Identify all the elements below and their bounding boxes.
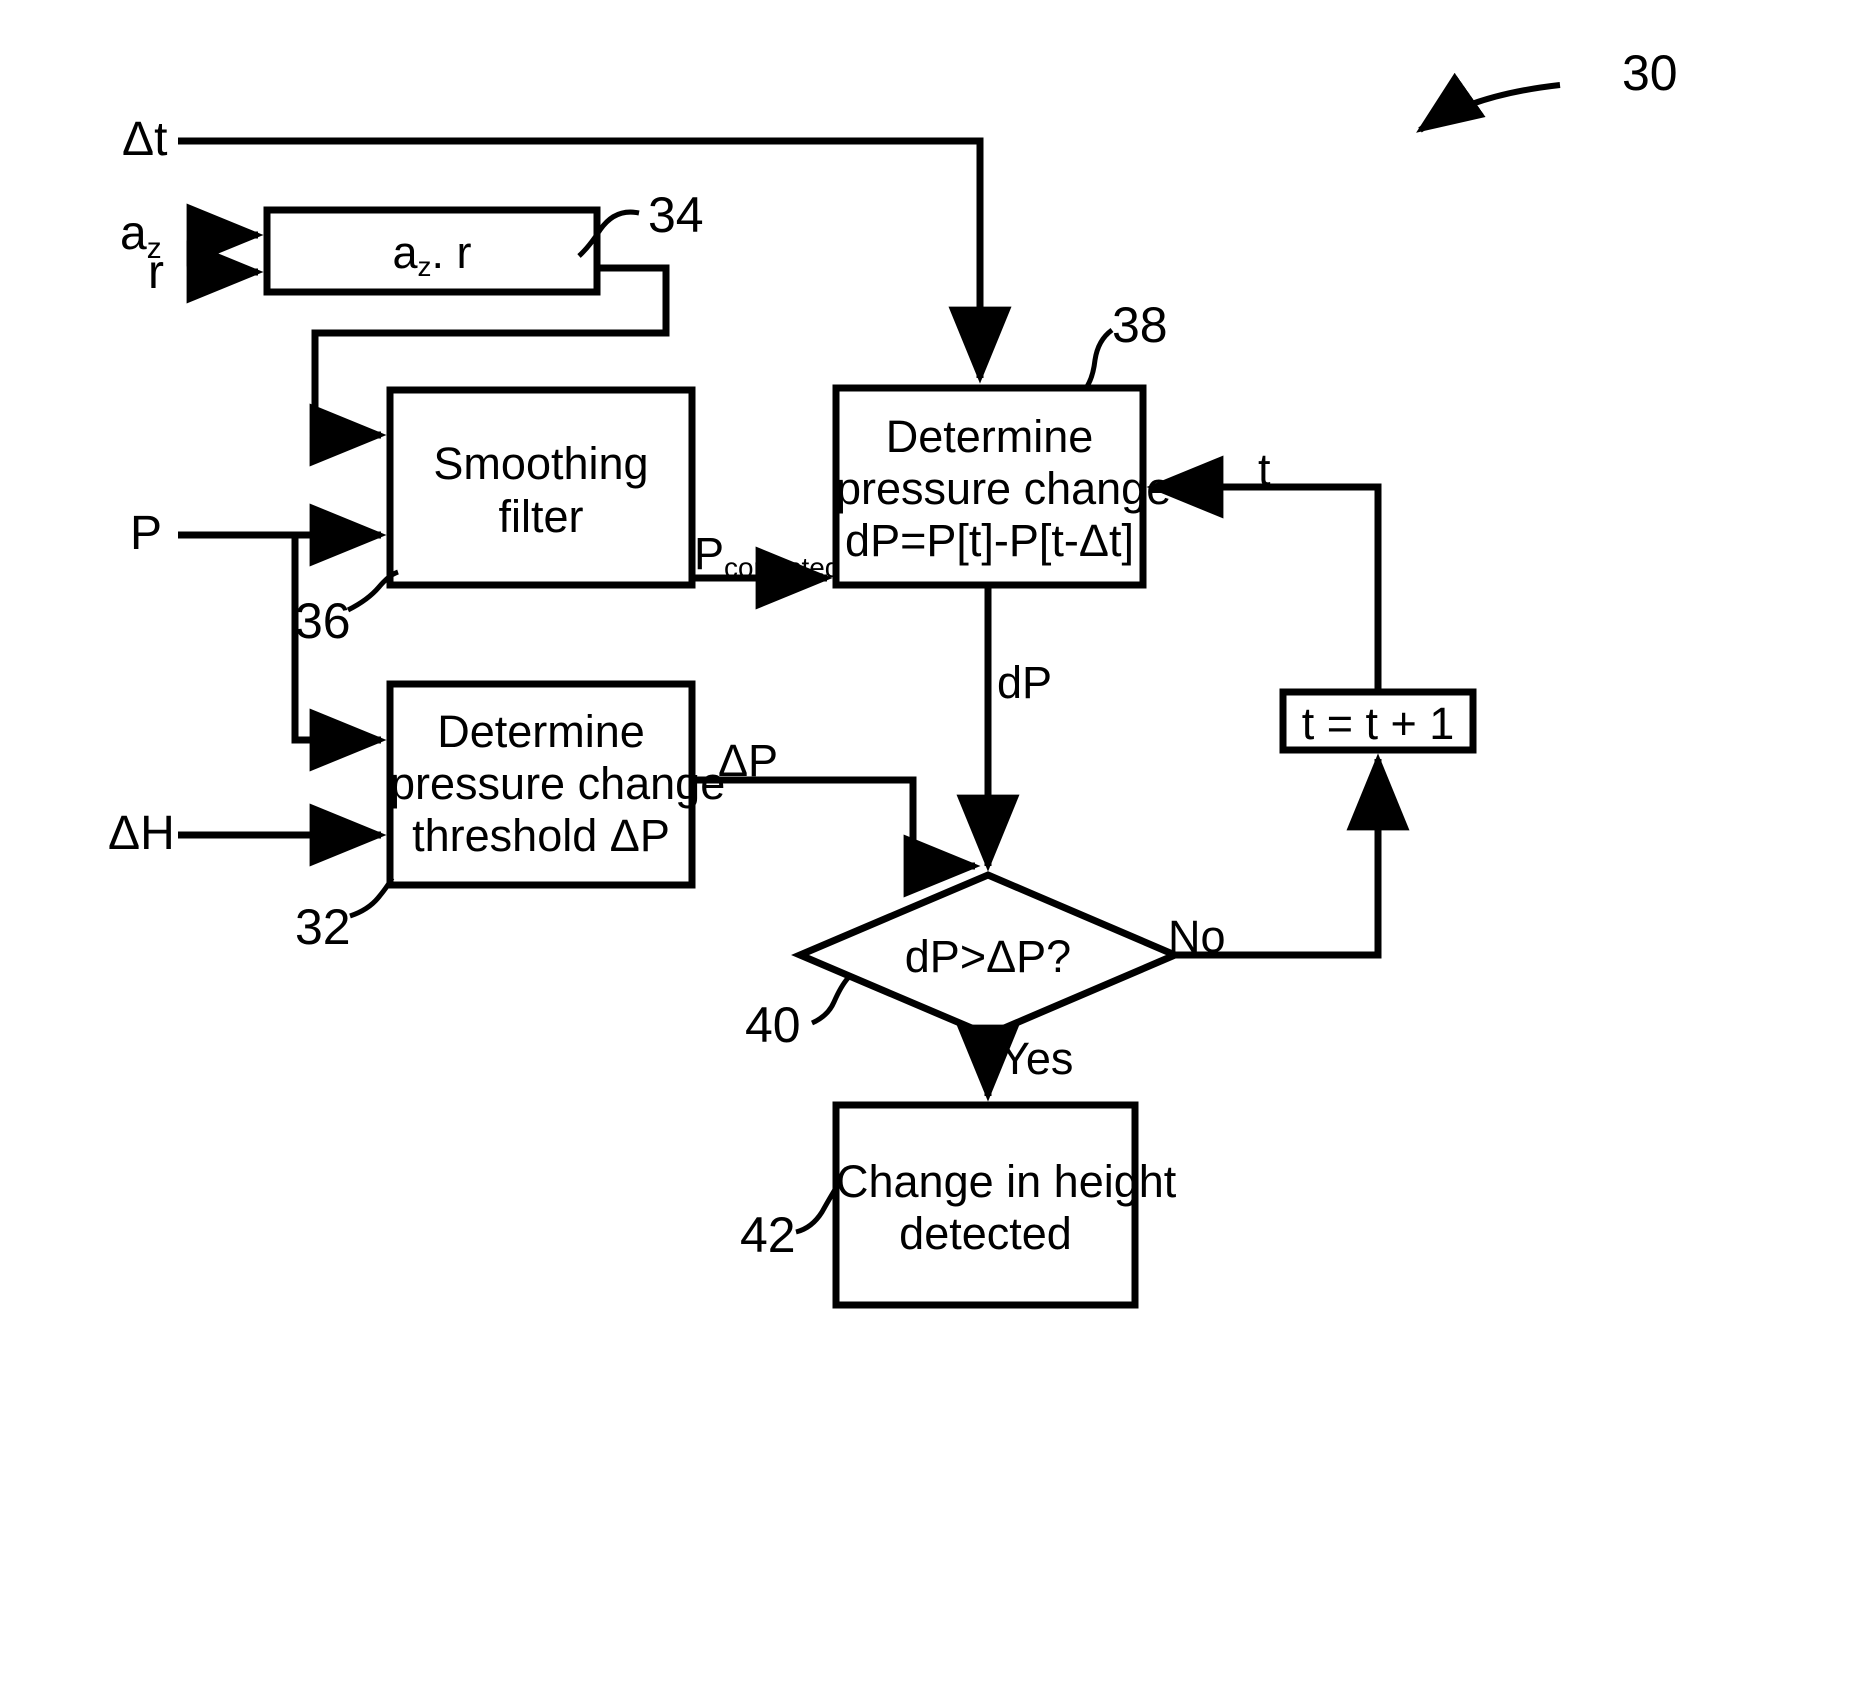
reference-numeral-34: 34 (648, 187, 704, 243)
block-threshold-line2: pressure change (390, 758, 726, 809)
leader-line-32 (349, 876, 395, 919)
input-label-a-z-base: a (120, 207, 147, 260)
block-pressure-change-line3: dP=P[t]-P[t-Δt] (845, 515, 1134, 566)
leader-line-36 (346, 569, 399, 613)
leader-line-42 (795, 1186, 839, 1235)
edge-label-t: t (1258, 444, 1271, 495)
block-multiply-label-base: a (392, 227, 418, 278)
figure-canvas: 30 Δt az r P ΔH az. r 34 Smoothing filte… (0, 0, 1866, 1696)
block-height-detected-line2: detected (899, 1208, 1072, 1259)
edge-label-p-corrected: Pcorrected (694, 527, 841, 584)
reference-numeral-36: 36 (295, 593, 351, 649)
input-label-p: P (130, 507, 163, 560)
edge-deltap-to-decision (692, 776, 981, 898)
input-label-r: r (148, 246, 164, 299)
block-multiply-label-tail: . r (431, 227, 472, 278)
reference-numeral-32: 32 (295, 899, 351, 955)
reference-numeral-38: 38 (1112, 297, 1168, 353)
leader-line-38 (1083, 327, 1114, 390)
block-smoothing-filter-line1: Smoothing (433, 438, 649, 489)
input-label-delta-t: Δt (122, 113, 168, 166)
input-label-delta-h: ΔH (108, 807, 175, 860)
leader-line-40 (810, 976, 850, 1026)
block-smoothing-filter-line2: filter (498, 491, 584, 542)
block-height-detected-line1: Change in height (836, 1156, 1177, 1207)
reference-numeral-42: 42 (740, 1207, 796, 1263)
block-pressure-change-line2: pressure change (836, 463, 1172, 514)
reference-numeral-40: 40 (745, 997, 801, 1053)
edge-label-p-corrected-base: P (694, 528, 725, 579)
block-multiply-label-subscript: z (417, 251, 432, 283)
figure-reference-numeral: 30 (1622, 45, 1678, 101)
block-threshold-line1: Determine (437, 706, 645, 757)
edge-label-p-corrected-subscript: corrected (724, 552, 841, 584)
leader-line-30 (1416, 72, 1561, 133)
block-pressure-change-line1: Determine (885, 411, 1094, 462)
branch-label-no: No (1168, 911, 1226, 962)
block-increment-label: t = t + 1 (1301, 698, 1455, 749)
decision-node-label: dP>ΔP? (904, 931, 1072, 982)
branch-label-yes: Yes (1000, 1033, 1074, 1084)
edge-label-dp: dP (997, 657, 1053, 708)
block-multiply-label: az. r (267, 226, 597, 283)
edge-label-delta-p: ΔP (718, 735, 779, 786)
block-threshold-line3: threshold ΔP (412, 810, 670, 861)
edge-increment-to-pressure-change (1146, 455, 1382, 692)
